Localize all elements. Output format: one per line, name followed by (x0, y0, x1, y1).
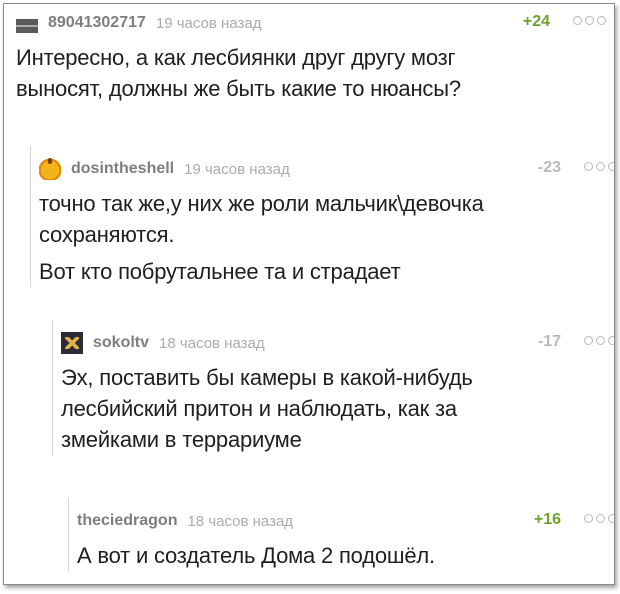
username[interactable]: 89041302717 (48, 14, 146, 32)
comment-reply: theciedragon 18 часов назад +16 А вот и … (68, 498, 614, 571)
comment-text-line: Интересно, а как лесбиянки друг другу мо… (16, 45, 456, 70)
avatar-orange-icon[interactable] (39, 158, 61, 180)
comment-header: dosintheshell 19 часов назад -23 (39, 156, 614, 182)
comment-rating: +24 (522, 13, 550, 30)
avatar-logo-icon[interactable] (61, 332, 83, 354)
comment-header: 89041302717 19 часов назад +24 (16, 10, 606, 36)
comment-text: Эх, поставить бы камеры в какой-нибудь л… (61, 362, 614, 455)
timestamp: 18 часов назад (187, 512, 294, 530)
more-options-icon[interactable] (584, 514, 614, 523)
timestamp: 19 часов назад (184, 160, 290, 178)
comment-text-line: А вот и создатель Дома 2 подошёл. (77, 543, 435, 568)
comment-reply: dosintheshell 19 часов назад -23 точно т… (30, 146, 614, 287)
comment: 89041302717 19 часов назад +24 Интересно… (16, 10, 606, 104)
comment-text-line: Вот кто побрутальнее та и страдает (39, 259, 401, 284)
more-options-icon[interactable] (584, 336, 614, 345)
username[interactable]: dosintheshell (71, 160, 174, 178)
comment-text: А вот и создатель Дома 2 подошёл. (77, 540, 614, 571)
comment-reply: sokoltv 18 часов назад -17 Эх, поставить… (52, 320, 614, 455)
comment-text-line: змейками в террариуме (61, 427, 302, 452)
username[interactable]: sokoltv (93, 334, 149, 352)
more-options-icon[interactable] (584, 162, 614, 171)
more-options-icon[interactable] (573, 16, 606, 25)
comment-thread: 89041302717 19 часов назад +24 Интересно… (3, 3, 615, 585)
comment-text: точно так же,у них же роли мальчик\девоч… (39, 188, 614, 287)
comment-text-line: Эх, поставить бы камеры в какой-нибудь (61, 365, 473, 390)
avatar[interactable] (16, 19, 38, 33)
comment-rating: -23 (537, 159, 561, 176)
timestamp: 19 часов назад (155, 14, 262, 32)
comment-header: sokoltv 18 часов назад -17 (61, 330, 614, 356)
timestamp: 18 часов назад (159, 334, 265, 352)
username[interactable]: theciedragon (77, 512, 177, 530)
comment-rating: -17 (537, 333, 561, 350)
comment-rating: +16 (533, 511, 561, 528)
comment-text: Интересно, а как лесбиянки друг другу мо… (16, 42, 606, 104)
comment-text-line: точно так же,у них же роли мальчик\девоч… (39, 191, 484, 216)
comment-text-line: выносят, должны же быть какие то нюансы? (16, 76, 461, 101)
comment-text-line: сохраняются. (39, 222, 175, 247)
comment-text-line: лесбийский притон и наблюдать, как за (61, 396, 457, 421)
comment-header: theciedragon 18 часов назад +16 (77, 508, 614, 534)
